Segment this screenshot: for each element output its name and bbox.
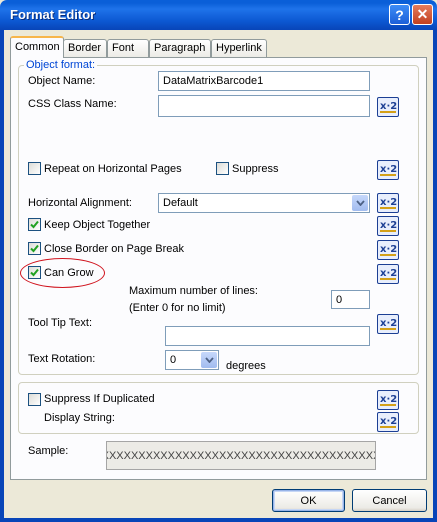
suppress-duplicated-formula-button[interactable]: x·2 [377, 390, 399, 410]
svg-text:x·2: x·2 [380, 268, 397, 279]
cancel-button[interactable]: Cancel [352, 489, 427, 512]
svg-text:x·2: x·2 [380, 101, 397, 112]
keep-together-formula-button[interactable]: x·2 [377, 216, 399, 236]
css-class-formula-button[interactable]: x·2 [377, 97, 399, 117]
suppress-checkbox[interactable] [216, 162, 229, 175]
tab-font[interactable]: Font [107, 39, 149, 57]
tab-common[interactable]: Common [10, 36, 64, 58]
formula-x2-icon: x·2 [380, 197, 397, 209]
suppress-duplicated-label: Suppress If Duplicated [44, 393, 155, 405]
check-icon [30, 220, 39, 229]
formula-x2-icon: x·2 [380, 268, 397, 280]
chevron-down-icon[interactable] [352, 195, 368, 211]
close-border-label: Close Border on Page Break [44, 243, 185, 255]
horizontal-alignment-formula-button[interactable]: x·2 [377, 193, 399, 213]
css-class-label: CSS Class Name: [28, 98, 117, 110]
formula-x2-icon: x·2 [380, 220, 397, 232]
object-name-input[interactable]: DataMatrixBarcode1 [158, 71, 370, 91]
svg-text:x·2: x·2 [380, 244, 397, 255]
formula-x2-icon: x·2 [380, 244, 397, 256]
close-border-formula-button[interactable]: x·2 [377, 240, 399, 260]
object-name-label: Object Name: [28, 75, 96, 87]
svg-text:x·2: x·2 [380, 416, 397, 427]
object-format-legend: Object format: [24, 59, 98, 71]
can-grow-checkbox[interactable] [28, 266, 41, 279]
formula-x2-icon: x·2 [380, 394, 397, 406]
max-lines-input[interactable]: 0 [331, 290, 370, 309]
display-string-label: Display String: [44, 412, 115, 424]
check-icon [30, 244, 39, 253]
svg-text:x·2: x·2 [380, 164, 397, 175]
formula-x2-icon: x·2 [380, 101, 397, 113]
formula-x2-icon: x·2 [380, 164, 397, 176]
check-icon [30, 268, 39, 277]
repeat-horizontal-checkbox[interactable] [28, 162, 41, 175]
rotation-value: 0 [170, 354, 177, 366]
svg-text:x·2: x·2 [380, 394, 397, 405]
suppress-duplicated-checkbox[interactable] [28, 393, 41, 406]
sample-preview: XXXXXXXXXXXXXXXXXXXXXXXXXXXXXXXXXXXXXXXX [106, 441, 376, 470]
horizontal-alignment-label: Horizontal Alignment: [28, 197, 132, 209]
repeat-horizontal-label: Repeat on Horizontal Pages [44, 163, 182, 175]
max-lines-label: Maximum number of lines: [129, 285, 258, 297]
ok-button[interactable]: OK [272, 489, 345, 512]
max-lines-hint: (Enter 0 for no limit) [129, 302, 226, 314]
formula-x2-icon: x·2 [380, 318, 397, 330]
tooltip-label: Tool Tip Text: [28, 317, 92, 329]
window-frame-right [433, 30, 437, 522]
can-grow-formula-button[interactable]: x·2 [377, 264, 399, 284]
tab-hyperlink[interactable]: Hyperlink [211, 39, 267, 57]
window-frame-bottom [0, 518, 437, 522]
rotation-label: Text Rotation: [28, 353, 96, 365]
keep-together-checkbox[interactable] [28, 218, 41, 231]
suppress-label: Suppress [232, 163, 279, 175]
duplicates-group [18, 382, 419, 434]
chevron-down-icon[interactable] [201, 352, 217, 368]
svg-text:x·2: x·2 [380, 220, 397, 231]
horizontal-alignment-value: Default [163, 197, 198, 209]
svg-text:x·2: x·2 [380, 197, 397, 208]
rotation-unit: degrees [226, 360, 266, 372]
tab-paragraph[interactable]: Paragraph [149, 39, 211, 57]
close-button[interactable]: ✕ [412, 4, 433, 25]
horizontal-alignment-select[interactable]: Default [158, 193, 370, 213]
help-button[interactable]: ? [389, 4, 410, 25]
rotation-select[interactable]: 0 [165, 350, 219, 370]
display-string-formula-button[interactable]: x·2 [377, 412, 399, 432]
suppress-formula-button[interactable]: x·2 [377, 160, 399, 180]
tooltip-input[interactable] [165, 326, 370, 346]
close-border-checkbox[interactable] [28, 242, 41, 255]
tab-border[interactable]: Border [63, 39, 107, 57]
formula-x2-icon: x·2 [380, 416, 397, 428]
sample-label: Sample: [28, 445, 69, 457]
window-frame-left [0, 30, 4, 522]
can-grow-label: Can Grow [44, 267, 94, 279]
keep-together-label: Keep Object Together [44, 219, 151, 231]
window-title: Format Editor [10, 7, 96, 22]
tooltip-formula-button[interactable]: x·2 [377, 314, 399, 334]
svg-text:x·2: x·2 [380, 318, 397, 329]
css-class-input[interactable] [158, 95, 370, 117]
